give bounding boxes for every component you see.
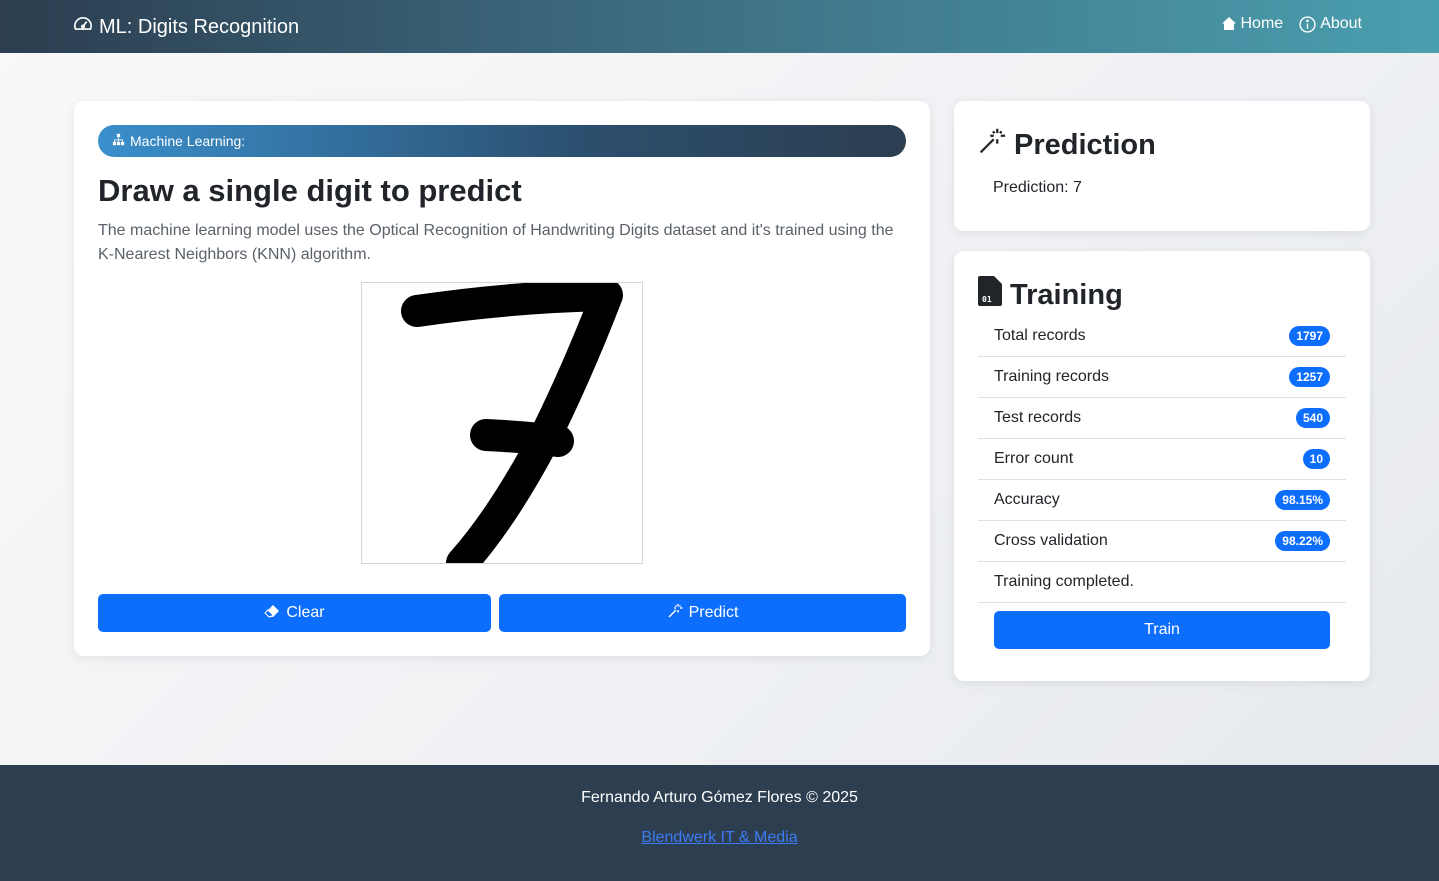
magic-wand-icon <box>667 603 683 624</box>
list-item: Total records 1797 <box>978 316 1346 357</box>
footer: Fernando Arturo Gómez Flores © 2025 Blen… <box>0 765 1439 881</box>
prediction-result: Prediction: 7 <box>993 179 1082 196</box>
drawn-digit-stroke <box>401 283 623 563</box>
page-title: Draw a single digit to predict <box>98 173 522 208</box>
stat-label: Total records <box>994 327 1086 344</box>
stat-badge: 98.15% <box>1275 490 1330 510</box>
training-status: Training completed. <box>978 562 1346 603</box>
list-item: Error count 10 <box>978 439 1346 480</box>
stat-label: Error count <box>994 450 1074 467</box>
list-item: Accuracy 98.15% <box>978 480 1346 521</box>
nav-about-link[interactable]: About <box>1299 15 1362 33</box>
stat-label: Test records <box>994 409 1082 426</box>
diagram-icon <box>112 133 125 149</box>
nav-about-label: About <box>1320 15 1362 32</box>
clear-label: Clear <box>286 604 325 621</box>
info-circle-icon <box>1299 15 1316 33</box>
predict-button[interactable]: Predict <box>499 594 906 632</box>
list-item: Cross validation 98.22% <box>978 521 1346 562</box>
stat-label: Accuracy <box>994 491 1060 508</box>
training-title-label: Training <box>1010 278 1123 311</box>
predict-label: Predict <box>688 604 739 621</box>
stat-label: Training records <box>994 368 1110 385</box>
train-button[interactable]: Train <box>994 611 1330 649</box>
stat-badge: 1797 <box>1289 326 1330 346</box>
list-item: Test records 540 <box>978 398 1346 439</box>
stat-badge: 10 <box>1302 449 1330 469</box>
prediction-title: Prediction <box>978 127 1156 163</box>
brand-label: ML: Digits Recognition <box>99 15 300 38</box>
stat-badge: 1257 <box>1289 367 1330 387</box>
drawing-canvas[interactable] <box>361 282 643 564</box>
footer-link[interactable]: Blendwerk IT & Media <box>0 829 1439 847</box>
navbar: ML: Digits Recognition Home About <box>0 0 1439 53</box>
drawing-card: Machine Learning: Draw a single digit to… <box>74 101 930 656</box>
binary-file-icon: 01 <box>978 276 1002 314</box>
speedometer-icon <box>73 14 93 40</box>
ml-badge: Machine Learning: <box>98 125 906 157</box>
svg-text:01: 01 <box>982 295 992 304</box>
model-description: The machine learning model uses the Opti… <box>98 222 894 263</box>
prediction-title-label: Prediction <box>1014 128 1156 161</box>
list-item: Training records 1257 <box>978 357 1346 398</box>
nav-home-link[interactable]: Home <box>1221 15 1284 33</box>
training-stats-list: Total records 1797 Training records 1257… <box>978 316 1346 603</box>
footer-copyright: Fernando Arturo Gómez Flores © 2025 <box>581 789 858 806</box>
ml-badge-label: Machine Learning: <box>130 133 246 149</box>
training-title: 01 Training <box>978 276 1123 314</box>
nav-home-label: Home <box>1240 15 1284 32</box>
clear-button[interactable]: Clear <box>98 594 491 632</box>
stat-badge: 98.22% <box>1275 531 1330 551</box>
house-icon <box>1221 16 1237 32</box>
eraser-icon <box>264 603 280 624</box>
brand[interactable]: ML: Digits Recognition <box>73 14 299 40</box>
magic-wand-icon <box>978 127 1006 163</box>
prediction-card: Prediction Prediction: 7 <box>954 101 1370 231</box>
stat-badge: 540 <box>1295 408 1330 428</box>
stat-label: Cross validation <box>994 532 1108 549</box>
status-text: Training completed. <box>994 573 1134 590</box>
training-card: 01 Training Total records 1797 Training … <box>954 251 1370 681</box>
